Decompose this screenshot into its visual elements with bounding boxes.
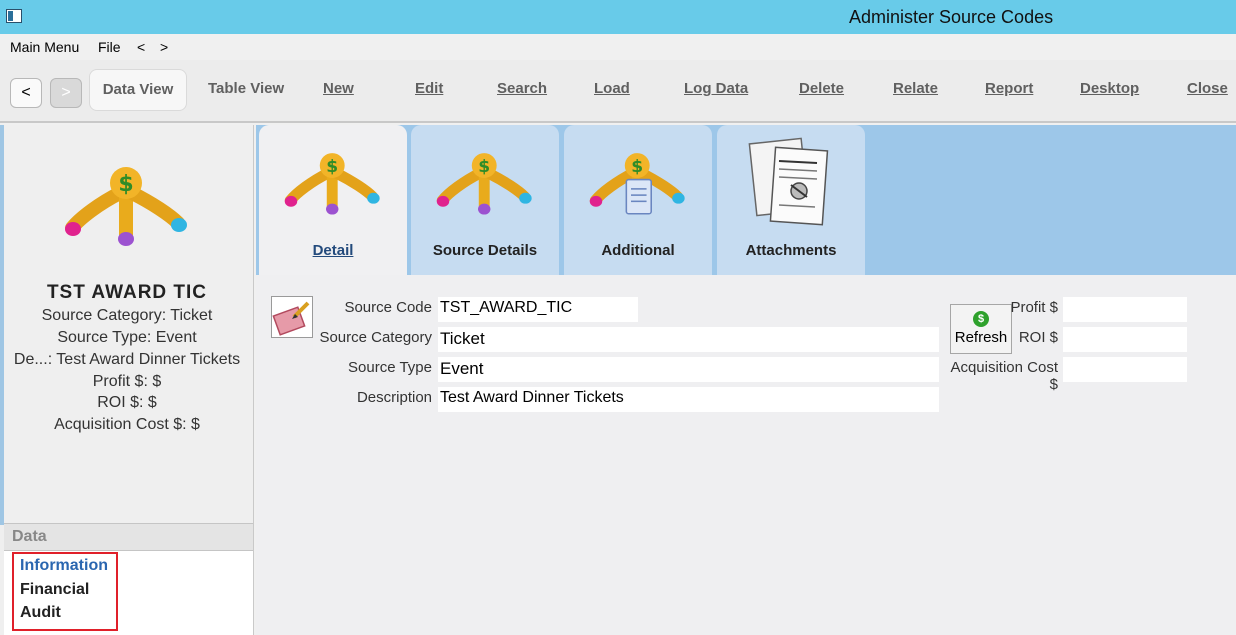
tab-additional-label: Additional xyxy=(601,242,675,259)
svg-text:$: $ xyxy=(631,157,643,177)
menu-file[interactable]: File xyxy=(98,39,121,55)
svg-text:$: $ xyxy=(478,157,490,177)
source-category-label: Source Category xyxy=(319,329,432,346)
description-label: Description xyxy=(356,389,432,406)
tab-attachments-label: Attachments xyxy=(745,242,837,259)
tab-additional[interactable]: $ Additional xyxy=(564,125,712,275)
source-code-icon: $ xyxy=(284,153,380,215)
report-button[interactable]: Report xyxy=(985,80,1033,97)
data-item-information[interactable]: Information xyxy=(20,557,108,575)
table-view-button[interactable]: Table View xyxy=(208,80,284,97)
tab-source-details[interactable]: $ Source Details xyxy=(411,125,559,275)
load-button[interactable]: Load xyxy=(594,80,630,97)
menu-forward[interactable]: > xyxy=(160,39,168,55)
app-icon[interactable] xyxy=(6,9,22,23)
source-code-field[interactable]: TST_AWARD_TIC xyxy=(438,297,638,322)
acquisition-cost-label: Acquisition Cost $ xyxy=(950,359,1058,393)
record-description: De...: Test Award Dinner Tickets xyxy=(13,351,241,368)
data-item-audit[interactable]: Audit xyxy=(20,604,61,622)
source-type-label: Source Type xyxy=(348,359,432,376)
dollar-icon: $ xyxy=(973,311,989,327)
source-code-icon: $ xyxy=(436,153,532,215)
toolbar: < > Data View Table View New Edit Search… xyxy=(0,60,1236,123)
data-panel-list: Information Financial Audit xyxy=(4,551,253,635)
record-name: TST AWARD TIC xyxy=(46,282,208,303)
relate-button[interactable]: Relate xyxy=(893,80,938,97)
window-title: Administer Source Codes xyxy=(849,7,1054,27)
record-roi: ROI $: $ xyxy=(97,394,157,411)
record-profit: Profit $: $ xyxy=(92,373,162,390)
data-item-financial[interactable]: Financial xyxy=(20,581,89,599)
detail-form: Source Code TST_AWARD_TIC Source Categor… xyxy=(256,275,1236,635)
roi-field[interactable] xyxy=(1063,327,1187,352)
desktop-button[interactable]: Desktop xyxy=(1080,80,1139,97)
acquisition-cost-field[interactable] xyxy=(1063,357,1187,382)
description-field[interactable]: Test Award Dinner Tickets xyxy=(438,387,939,412)
record-acquisition-cost: Acquisition Cost $: $ xyxy=(54,416,200,433)
menu-bar: Main Menu File < > xyxy=(0,34,1236,60)
source-code-label: Source Code xyxy=(344,299,432,316)
source-category-field[interactable]: Ticket xyxy=(438,327,939,352)
tab-detail[interactable]: $ Detail xyxy=(259,125,407,275)
source-notes-icon: $ xyxy=(589,153,685,215)
profit-label: Profit $ xyxy=(1010,299,1058,316)
new-button[interactable]: New xyxy=(323,80,354,97)
tab-source-details-label: Source Details xyxy=(432,242,538,259)
roi-label: ROI $ xyxy=(1018,329,1058,346)
forward-button[interactable]: > xyxy=(50,78,82,108)
search-button[interactable]: Search xyxy=(497,80,547,97)
menu-main-menu[interactable]: Main Menu xyxy=(10,39,79,55)
edit-button[interactable]: Edit xyxy=(415,80,443,97)
close-button[interactable]: Close xyxy=(1187,80,1228,97)
record-source-type: Source Type: Event xyxy=(57,329,197,346)
tab-detail-label: Detail xyxy=(312,242,354,259)
tab-attachments[interactable]: Attachments xyxy=(717,125,865,275)
main-content: $ Detail $ Source Details $ Additional A… xyxy=(256,125,1236,635)
source-type-field[interactable]: Event xyxy=(438,357,939,382)
svg-text:$: $ xyxy=(326,157,338,177)
menu-back[interactable]: < xyxy=(137,39,145,55)
log-data-button[interactable]: Log Data xyxy=(684,80,748,97)
svg-text:$: $ xyxy=(118,172,133,197)
record-summary-panel: $ TST AWARD TIC Source Category: Ticket … xyxy=(0,125,254,635)
delete-button[interactable]: Delete xyxy=(799,80,844,97)
source-code-icon: $ xyxy=(65,167,187,246)
attachments-icon xyxy=(748,137,829,226)
profit-field[interactable] xyxy=(1063,297,1187,322)
title-bar: Administer Source Codes xyxy=(0,0,1236,34)
data-view-button[interactable]: Data View xyxy=(89,69,187,111)
data-panel-header: Data xyxy=(4,523,253,551)
back-button[interactable]: < xyxy=(10,78,42,108)
record-source-category: Source Category: Ticket xyxy=(41,307,213,324)
tab-strip: $ Detail $ Source Details $ Additional A… xyxy=(256,125,1236,275)
